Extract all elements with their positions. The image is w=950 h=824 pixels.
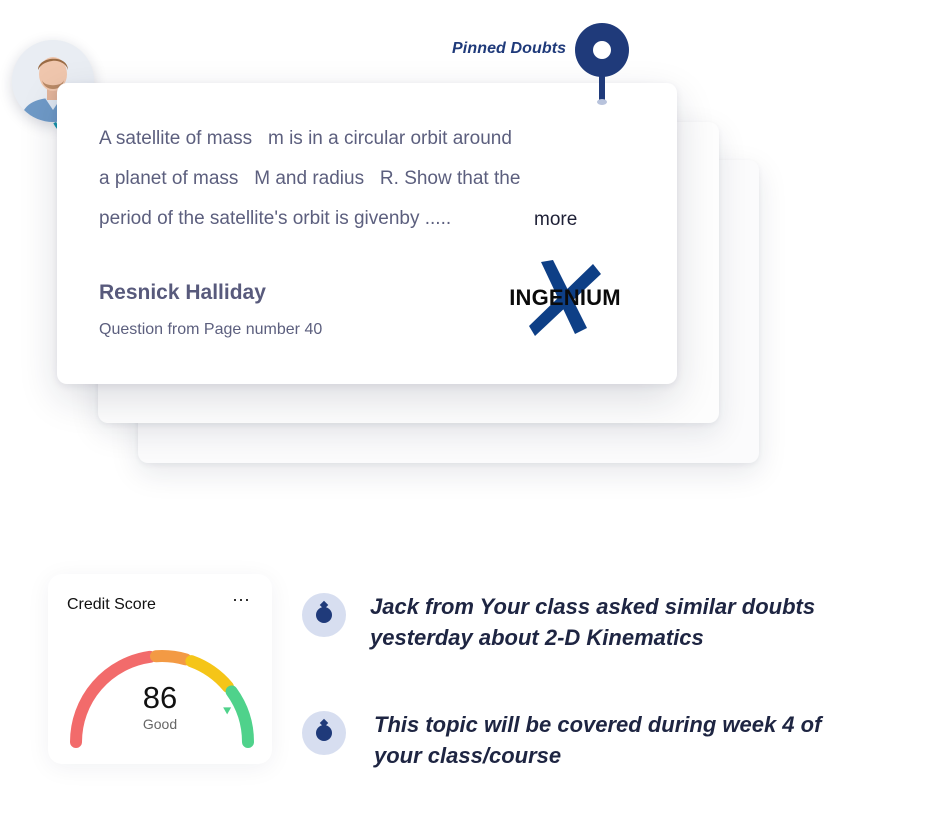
- pin-icon: [302, 593, 346, 637]
- pin-stem: [599, 74, 605, 102]
- page-reference: Question from Page number 40: [99, 321, 323, 338]
- question-line: a planet of mass M and radius R. Show th…: [99, 168, 521, 189]
- gauge-segment: [150, 650, 192, 666]
- pin-stem-tip: [597, 99, 607, 105]
- more-dots-icon[interactable]: ⋯: [232, 590, 251, 611]
- doubt-panel: A satellite of mass m is in a circular o…: [0, 0, 950, 824]
- insight-similar-doubts: Jack from Your class asked similar doubt…: [370, 591, 930, 653]
- gauge-indicator: [223, 707, 232, 715]
- pin-icon[interactable]: [575, 23, 629, 77]
- insight-line: Jack from Your class asked similar doubt…: [370, 594, 816, 619]
- insight-line: your class/course: [374, 743, 562, 768]
- insight-line: This topic will be covered during week 4…: [374, 712, 822, 737]
- insight-line: yesterday about 2-D Kinematics: [370, 625, 704, 650]
- question-line: A satellite of mass m is in a circular o…: [99, 128, 512, 149]
- author-name: Resnick Halliday: [99, 281, 266, 304]
- credit-score-widget: Credit Score ⋯ 86 Good: [48, 574, 272, 764]
- gauge-segment: [225, 685, 254, 748]
- score-rating: Good: [142, 716, 178, 732]
- pin-icon: [302, 711, 346, 755]
- insight-topic-schedule: This topic will be covered during week 4…: [374, 709, 934, 771]
- brand-logo: INGENIUM: [495, 256, 635, 340]
- credit-score-title: Credit Score: [67, 596, 156, 613]
- score-value: 86: [142, 680, 178, 715]
- more-link[interactable]: more: [534, 200, 577, 240]
- brand-wordmark: INGENIUM: [509, 285, 621, 310]
- pinned-doubts-label[interactable]: Pinned Doubts: [452, 40, 566, 58]
- doubt-card[interactable]: A satellite of mass m is in a circular o…: [57, 83, 677, 384]
- question-line: period of the satellite's orbit is given…: [99, 208, 452, 229]
